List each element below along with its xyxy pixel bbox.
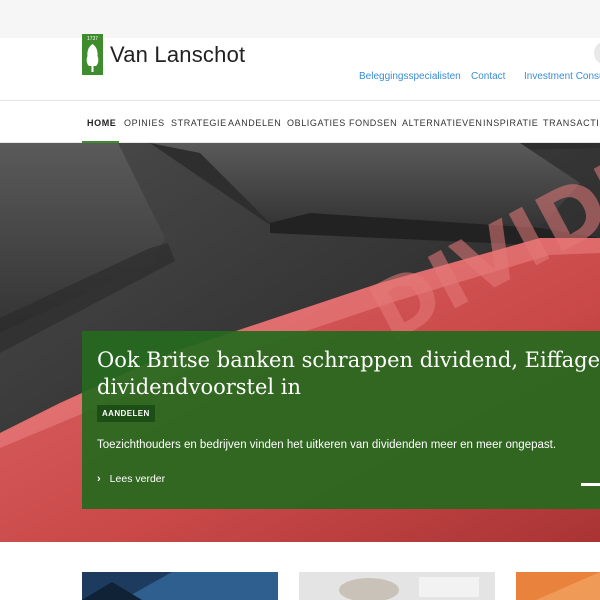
read-more-label: Lees verder <box>109 473 166 485</box>
category-tag[interactable]: AANDELEN <box>97 405 155 422</box>
nav-item-alternatieven[interactable]: ALTERNATIEVEN <box>402 118 482 128</box>
tree-icon <box>86 44 99 72</box>
nav-item-fondsen[interactable]: FONDSEN <box>349 118 397 128</box>
article-card-thumbnail[interactable] <box>516 572 600 600</box>
card-image-1 <box>82 572 278 600</box>
card-image-3 <box>516 572 600 600</box>
hero-title[interactable]: Ook Britse banken schrappen dividend, Ei… <box>97 347 600 401</box>
nav-item-opinies[interactable]: OPINIES <box>124 118 165 128</box>
main-nav: HOME OPINIES STRATEGIE AANDELEN OBLIGATI… <box>0 102 600 144</box>
article-card-thumbnail[interactable] <box>299 572 495 600</box>
link-contact[interactable]: Contact <box>471 71 505 82</box>
nav-item-aandelen[interactable]: AANDELEN <box>228 118 281 128</box>
card-image-2 <box>299 572 495 600</box>
read-more-link[interactable]: › Lees verder <box>97 473 165 485</box>
hero-overlay: Ook Britse banken schrappen dividend, Ei… <box>82 331 600 509</box>
chevron-right-icon: › <box>97 473 101 485</box>
link-beleggingsspecialisten[interactable]: Beleggingsspecialisten <box>359 71 461 82</box>
link-investment-consultant[interactable]: Investment Consul <box>524 71 600 82</box>
nav-item-obligaties[interactable]: OBLIGATIES <box>287 118 346 128</box>
logo[interactable]: 1737 Van Lanschot <box>82 34 245 75</box>
hero-description: Toezichthouders en bedrijven vinden het … <box>97 439 557 451</box>
logo-year: 1737 <box>86 36 99 42</box>
slider-indicator[interactable] <box>581 483 600 486</box>
hero-banner[interactable]: DIVIDEND PAY Ook Britse banken schrappen… <box>0 143 600 542</box>
article-cards <box>0 542 600 600</box>
brand-name: Van Lanschot <box>110 41 246 67</box>
logo-badge: 1737 <box>82 34 103 75</box>
top-strip <box>0 0 600 38</box>
article-card-thumbnail[interactable] <box>82 572 278 600</box>
nav-item-strategie[interactable]: STRATEGIE <box>171 118 227 128</box>
nav-item-transacties[interactable]: TRANSACTIES <box>543 118 600 128</box>
nav-item-inspiratie[interactable]: INSPIRATIE <box>483 118 538 128</box>
nav-item-home[interactable]: HOME <box>87 118 116 128</box>
